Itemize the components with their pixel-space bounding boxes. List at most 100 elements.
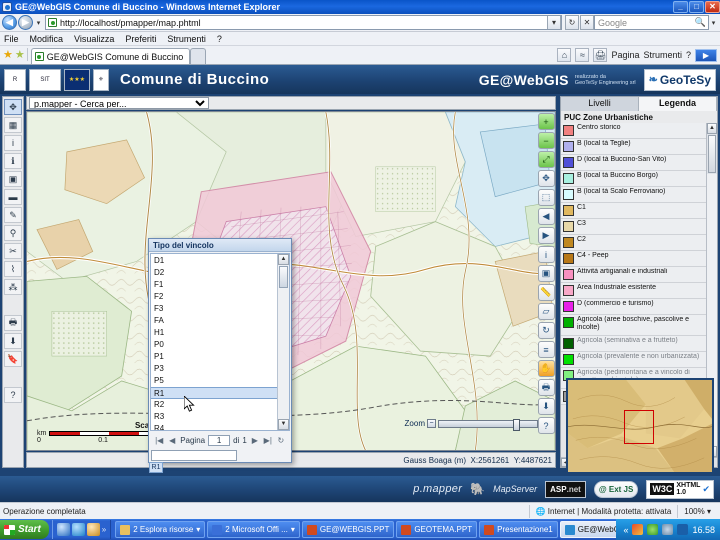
pan-tool-icon[interactable]: ✥	[4, 99, 22, 115]
legend-item[interactable]: B (local tà Scalo Ferroviario)	[561, 187, 706, 203]
search-icon[interactable]: 🔍	[693, 17, 708, 28]
help-tool-icon[interactable]: ?	[4, 387, 22, 403]
zoom-slider-thumb[interactable]	[513, 418, 520, 431]
legend-item[interactable]: Centro storico	[561, 123, 706, 139]
search-input[interactable]: Google 🔍	[594, 15, 709, 30]
list-item[interactable]: P0	[151, 339, 277, 351]
dialog-scroll-down-icon[interactable]: ▼	[278, 419, 289, 430]
home-icon[interactable]: ⌂	[557, 48, 572, 62]
select-icon[interactable]: ▣	[537, 265, 555, 282]
identify-icon[interactable]: i	[537, 246, 555, 263]
folder-quicklaunch-icon[interactable]	[86, 523, 100, 536]
highlight-tool-icon[interactable]: ✎	[4, 207, 22, 223]
vincolo-dialog[interactable]: Tipo del vincolo D1 D2 F1 F2 F3 FA H1 P0…	[148, 238, 292, 463]
legend-item[interactable]: Attività artigianali e industriali	[561, 267, 706, 283]
history-caret-icon[interactable]: ▾	[34, 19, 43, 27]
cut-tool-icon[interactable]: ✂	[4, 243, 22, 259]
quick-launch-overflow-icon[interactable]: »	[102, 525, 106, 534]
legend-item[interactable]: B (local tà Buccino Borgo)	[561, 171, 706, 187]
list-item[interactable]: D2	[151, 267, 277, 279]
menu-item-help[interactable]: ?	[217, 34, 222, 44]
grid-tool-icon[interactable]: ▦	[4, 117, 22, 133]
dialog-scroll-up-icon[interactable]: ▲	[278, 254, 289, 265]
dialog-scrollbar-thumb[interactable]	[279, 266, 288, 288]
menu-item-modifica[interactable]: Modifica	[30, 34, 64, 44]
menu-item-visualizza[interactable]: Visualizza	[74, 34, 114, 44]
search-caret-icon[interactable]: ▾	[709, 19, 718, 27]
list-item[interactable]: R4	[151, 423, 277, 430]
legend-item[interactable]: D (local tà Buccino-San Vito)	[561, 155, 706, 171]
menu-item-file[interactable]: File	[4, 34, 19, 44]
tray-overflow-icon[interactable]: «	[623, 525, 628, 535]
new-tab-button[interactable]	[190, 48, 207, 64]
pager-first-icon[interactable]: |◀	[154, 436, 164, 445]
print-tool-icon[interactable]: 🖶	[4, 315, 22, 331]
taskbar-item[interactable]: Presentazione1	[479, 521, 558, 538]
zoom-in-icon[interactable]: +	[537, 113, 555, 130]
dialog-scrollbar[interactable]: ▲ ▼	[277, 254, 289, 430]
info-tool-icon[interactable]: ℹ	[4, 153, 22, 169]
legend-icon[interactable]: ≡	[537, 341, 555, 358]
tray-app-icon-2[interactable]	[647, 524, 659, 535]
list-item[interactable]: R2	[151, 399, 277, 411]
zoom-out-button[interactable]: −	[427, 419, 436, 428]
map-search-select[interactable]: p.mapper - Cerca per...	[29, 97, 209, 109]
list-item[interactable]: FA	[151, 315, 277, 327]
minimize-button[interactable]: _	[673, 1, 688, 13]
stop-button[interactable]: ✕	[580, 15, 594, 30]
download-icon[interactable]: ⬇	[537, 398, 555, 415]
map-zoom-slider[interactable]: Zoom − +	[405, 418, 549, 431]
highlight-icon[interactable]: ✋	[537, 360, 555, 377]
forward-button[interactable]: ▶	[18, 15, 33, 30]
legend-item[interactable]: C1	[561, 203, 706, 219]
area-icon[interactable]: ▱	[537, 303, 555, 320]
zoom-level[interactable]: 100% ▾	[677, 504, 717, 518]
help-menu-label[interactable]: ?	[686, 50, 691, 60]
path-tool-icon[interactable]: ⌇	[4, 261, 22, 277]
go-button[interactable]: ▶	[695, 48, 717, 62]
zoom-out-icon[interactable]: −	[537, 132, 555, 149]
back-button[interactable]: ◀	[2, 15, 17, 30]
legend-item[interactable]: D (commercio e turismo)	[561, 299, 706, 315]
bookmark-tool-icon[interactable]: 🔖	[4, 351, 22, 367]
list-item[interactable]: F1	[151, 279, 277, 291]
node-tool-icon[interactable]: ⁂	[4, 279, 22, 295]
legend-item[interactable]: B (local tà Teglie)	[561, 139, 706, 155]
overview-map[interactable]	[566, 378, 714, 474]
taskbar-item[interactable]: GE@WEBGIS.PPT	[301, 521, 395, 538]
tray-app-icon-3[interactable]	[662, 524, 674, 535]
zoom-rect-icon[interactable]: ⬚	[537, 189, 555, 206]
tab-livelli[interactable]: Livelli	[561, 97, 639, 111]
list-item[interactable]: P3	[151, 363, 277, 375]
dialog-scrollbar-track[interactable]	[278, 289, 289, 419]
taskbar-clock[interactable]: 16.58	[692, 525, 715, 535]
close-button[interactable]: ✕	[705, 1, 720, 13]
address-input[interactable]: http://localhost/pmapper/map.phtml ▾	[45, 15, 562, 30]
legend-item[interactable]: C4 - Peep	[561, 251, 706, 267]
tab-legenda[interactable]: Legenda	[639, 97, 717, 111]
pager-refresh-icon[interactable]: ↻	[276, 436, 286, 445]
identify-tool-icon[interactable]: i	[4, 135, 22, 151]
refresh-button[interactable]: ↻	[565, 15, 579, 30]
list-item[interactable]: R3	[151, 411, 277, 423]
help-icon[interactable]: ?	[537, 417, 555, 434]
taskbar-item-caret-icon[interactable]: ▾	[196, 525, 200, 534]
menu-item-preferiti[interactable]: Preferiti	[125, 34, 156, 44]
menu-item-strumenti[interactable]: Strumenti	[167, 34, 206, 44]
refresh-icon[interactable]: ↻	[537, 322, 555, 339]
legend-item[interactable]: Agricola (aree boschive, pascolive e inc…	[561, 315, 706, 336]
pager-last-icon[interactable]: ▶|	[263, 436, 273, 445]
legend-item[interactable]: Agricola (seminativa e a frutteto)	[561, 336, 706, 352]
maximize-button[interactable]: □	[689, 1, 704, 13]
list-item[interactable]: P5	[151, 375, 277, 387]
pager-next-icon[interactable]: ▶	[250, 436, 260, 445]
list-item[interactable]: P1	[151, 351, 277, 363]
feeds-icon[interactable]: ≈	[575, 48, 590, 62]
scrollbar-thumb[interactable]	[708, 135, 716, 173]
list-item[interactable]: D1	[151, 255, 277, 267]
pager-page-input[interactable]: 1	[208, 434, 231, 446]
legend-item[interactable]: C2	[561, 235, 706, 251]
legend-item[interactable]: Agricola (prevalente e non urbanizzata)	[561, 352, 706, 368]
zoom-caret-icon[interactable]: ▾	[707, 507, 711, 516]
list-item-selected[interactable]: R1	[151, 387, 277, 399]
